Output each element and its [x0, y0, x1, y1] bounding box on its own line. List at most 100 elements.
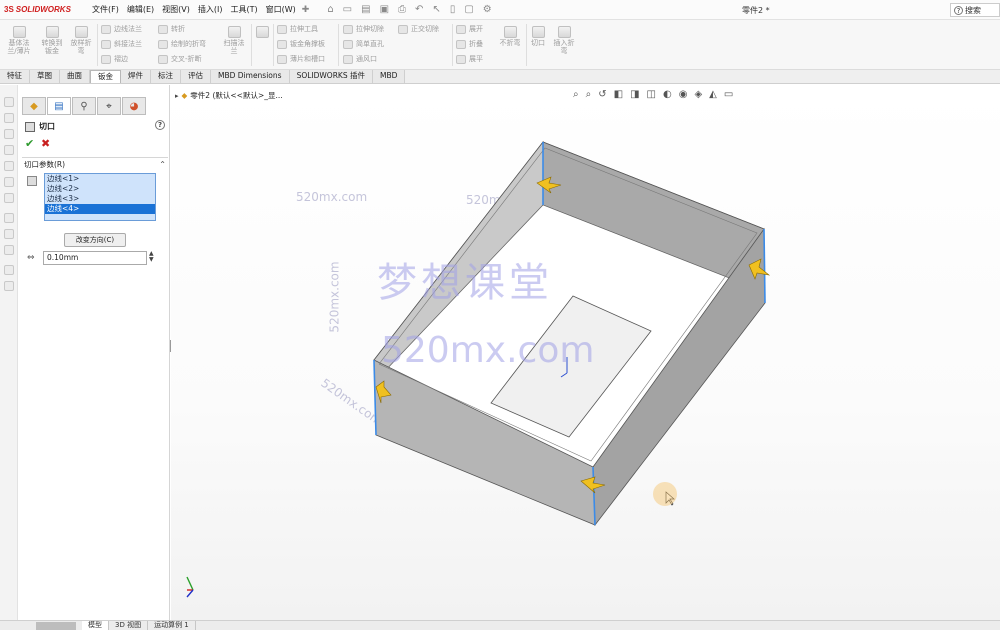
strip-tool-icon[interactable]: [4, 97, 14, 107]
hem-tool[interactable]: 褶边: [101, 54, 128, 64]
convert-to-sheetmetal-tool[interactable]: 转换到 钣金: [38, 26, 66, 55]
base-flange-tool[interactable]: 基体法 兰/薄片: [4, 26, 34, 55]
strip-tool-icon[interactable]: [4, 265, 14, 275]
tab-slot-tool[interactable]: 薄片和槽口: [277, 54, 325, 64]
extruded-cut-tool[interactable]: 拉伸切除: [343, 24, 384, 34]
strip-tool-icon[interactable]: [4, 193, 14, 203]
select-icon[interactable]: ↖: [432, 4, 440, 15]
strip-tool-icon[interactable]: [4, 129, 14, 139]
strip-tool-icon[interactable]: [4, 281, 14, 291]
fold-tool[interactable]: 折叠: [456, 39, 483, 49]
insert-bends-tool[interactable]: 插入折 弯: [550, 26, 578, 55]
lofted-bend-icon: [74, 26, 88, 38]
ok-checkmark-icon[interactable]: ✔: [25, 137, 34, 150]
tab-features[interactable]: 特征: [0, 70, 30, 83]
property-manager: ◆ ▤ ⚲ ⌖ ◕ 切口 ? ✔ ✖ 切口参数(R) ⌃ 边线<1> 边线<2>…: [19, 85, 170, 620]
tab-sketch[interactable]: 草图: [30, 70, 60, 83]
corners-tool[interactable]: [254, 26, 270, 39]
new-icon[interactable]: ▭: [343, 4, 352, 15]
rebuild-icon[interactable]: ▯: [450, 4, 456, 15]
tab-mbd-dimensions[interactable]: MBD Dimensions: [211, 70, 290, 83]
edge-selection-list[interactable]: 边线<1> 边线<2> 边线<3> 边线<4>: [44, 173, 156, 221]
feature-tree-icon: ◆: [30, 100, 38, 112]
strip-tool-icon[interactable]: [4, 161, 14, 171]
home-icon[interactable]: ⌂: [327, 4, 333, 15]
vent-tool[interactable]: 通风口: [343, 54, 377, 64]
list-item[interactable]: 边线<2>: [45, 184, 155, 194]
miter-flange-label: 斜接法兰: [114, 40, 142, 48]
rip-gap-input[interactable]: 0.10mm: [43, 251, 147, 265]
strip-tool-icon[interactable]: [4, 113, 14, 123]
print-icon[interactable]: ⎙: [398, 4, 406, 15]
gusset-tool[interactable]: 钣金角撑板: [277, 39, 325, 49]
strip-tool-icon[interactable]: [4, 229, 14, 239]
tab-mbd[interactable]: MBD: [373, 70, 406, 83]
search-label: 搜索: [965, 5, 981, 15]
vent-label: 通风口: [356, 55, 377, 63]
no-bends-tool[interactable]: 不折弯: [497, 26, 523, 47]
list-item[interactable]: 边线<1>: [45, 174, 155, 184]
tab-markup[interactable]: 标注: [151, 70, 181, 83]
save-icon[interactable]: ▣: [380, 4, 389, 15]
strip-tool-icon[interactable]: [4, 213, 14, 223]
tab-evaluate[interactable]: 评估: [181, 70, 211, 83]
list-item-selected[interactable]: 边线<4>: [45, 204, 155, 214]
strip-tool-icon[interactable]: [4, 245, 14, 255]
tab-solidworks-addins[interactable]: SOLIDWORKS 插件: [289, 70, 373, 83]
menu-view[interactable]: 视图(V): [162, 4, 190, 15]
tab-model[interactable]: 模型: [82, 621, 109, 630]
menu-file[interactable]: 文件(F): [92, 4, 119, 15]
strip-tool-icon[interactable]: [4, 145, 14, 155]
menu-insert[interactable]: 插入(I): [198, 4, 223, 15]
graphics-area[interactable]: ▸ ◆ 零件2 (默认<<默认>_显... ⌕ ⌕ ↺ ◧ ◨ ◫ ◐ ◉ ◈ …: [171, 85, 1000, 620]
tab-motion-study[interactable]: 运动算例 1: [148, 621, 196, 630]
menu-tools[interactable]: 工具(T): [230, 4, 257, 15]
lofted-bend-tool[interactable]: 放样折 弯: [68, 26, 94, 55]
help-search[interactable]: ? 搜索: [950, 3, 1000, 17]
sketched-bend-tool[interactable]: 绘制的折弯: [158, 39, 206, 49]
insert-bends-label: 插入折 弯: [553, 39, 575, 55]
swept-flange-tool[interactable]: 扫描法 兰: [220, 26, 248, 55]
property-manager-tab[interactable]: ▤: [47, 97, 71, 115]
tab-surfaces[interactable]: 曲面: [60, 70, 90, 83]
tab-weldments[interactable]: 焊件: [121, 70, 151, 83]
tab-3d-views[interactable]: 3D 视图: [109, 621, 149, 630]
dimxpert-tab[interactable]: ⌖: [97, 97, 121, 115]
open-icon[interactable]: ▤: [361, 4, 370, 15]
undo-icon[interactable]: ↶: [415, 4, 423, 15]
feature-tree-tab[interactable]: ◆: [22, 97, 46, 115]
options-gear-icon[interactable]: ⚙: [483, 4, 492, 15]
normal-cut-tool[interactable]: 正交切除: [398, 24, 439, 34]
change-direction-button[interactable]: 改变方向(C): [64, 233, 126, 247]
help-icon[interactable]: ?: [155, 120, 165, 130]
cancel-x-icon[interactable]: ✖: [41, 137, 50, 150]
jog-tool[interactable]: 转折: [158, 24, 185, 34]
cross-break-tool[interactable]: 交叉-折断: [158, 54, 202, 64]
menu-window[interactable]: 窗口(W): [266, 4, 296, 15]
edge-flange-tool[interactable]: 边线法兰: [101, 24, 142, 34]
rip-tool[interactable]: 切口: [529, 26, 547, 47]
file-properties-icon[interactable]: ▢: [464, 4, 473, 15]
selected-edge-2[interactable]: [763, 228, 766, 304]
simple-hole-tool[interactable]: 简单直孔: [343, 39, 384, 49]
flatten-tool[interactable]: 展平: [456, 54, 483, 64]
appearance-icon: ◕: [129, 100, 139, 112]
list-item[interactable]: 边线<3>: [45, 194, 155, 204]
display-manager-tab[interactable]: ◕: [122, 97, 146, 115]
tab-sheet-metal[interactable]: 钣金: [90, 70, 121, 83]
strip-tool-icon[interactable]: [4, 177, 14, 187]
rip-feature-icon: [25, 121, 35, 132]
rip-parameters-group[interactable]: 切口参数(R) ⌃: [22, 157, 168, 171]
solidworks-logo[interactable]: 3S SOLIDWORKS: [4, 5, 84, 14]
menu-edit[interactable]: 编辑(E): [127, 4, 154, 15]
tab-scroll-control[interactable]: [36, 622, 76, 630]
jog-icon: [158, 24, 168, 34]
forming-tool[interactable]: 拉伸工具: [277, 24, 318, 34]
miter-flange-tool[interactable]: 斜接法兰: [101, 39, 142, 49]
gap-spinner[interactable]: ▲ ▼: [149, 251, 154, 263]
unfold-tool[interactable]: 展开: [456, 24, 483, 34]
collapse-chevron-icon[interactable]: ⌃: [159, 160, 166, 169]
pin-icon[interactable]: ✚: [302, 5, 310, 15]
configuration-tab[interactable]: ⚲: [72, 97, 96, 115]
watermark-chinese: 梦想课堂: [377, 260, 553, 306]
